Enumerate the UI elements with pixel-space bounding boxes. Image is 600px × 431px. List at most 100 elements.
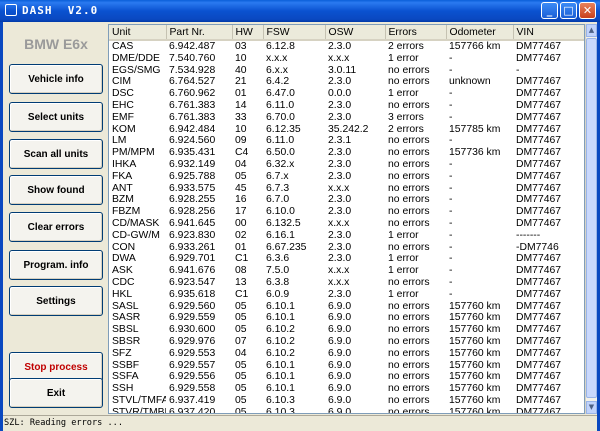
table-row[interactable]: KOM 6.942.484 10 6.12.35 35.242.2 2 errors 157…	[109, 124, 584, 136]
cell-osw: 2.3.0	[328, 147, 352, 159]
clear-errors-button[interactable]: Clear errors	[9, 212, 103, 242]
table-row[interactable]: DWA 6.929.701 C1 6.3.6 2.3.0 1 error - DM77467	[109, 253, 584, 265]
cell-unit: FKA	[112, 170, 133, 182]
close-button[interactable]: ✕	[579, 2, 596, 19]
table-row[interactable]: IHKA 6.932.149 04 6.32.x 2.3.0 no errors - DM77…	[109, 158, 584, 171]
table-row[interactable]: CD-GW/M 6.923.830 02 6.16.1 2.3.0 1 error - ---…	[109, 229, 584, 242]
cell-unit: EMF	[112, 111, 134, 123]
cell-unit: CD-GW/M	[112, 229, 160, 241]
table-row[interactable]: SSBF 6.929.557 05 6.10.1 6.9.0 no errors 15776…	[109, 359, 584, 372]
table-row[interactable]: SSFA 6.929.556 05 6.10.1 6.9.0 no errors 15776…	[109, 371, 584, 383]
cell-odometer: -	[449, 194, 453, 206]
vehicle-info-button[interactable]: Vehicle info	[9, 64, 103, 94]
cell-part-nr: 6.929.557	[169, 359, 216, 371]
cell-hw: 21	[235, 76, 247, 88]
table-row[interactable]: EHC 6.761.383 14 6.11.0 2.3.0 no errors - DM774…	[109, 99, 584, 112]
cell-odometer: -	[449, 265, 453, 277]
cell-hw: 05	[235, 324, 247, 336]
table-row[interactable]: LM 6.924.560 09 6.11.0 2.3.1 no errors - DM7746…	[109, 135, 584, 147]
column-header-osw[interactable]: OSW	[325, 25, 386, 41]
scroll-up-button[interactable]: ▲	[586, 24, 597, 37]
table-row[interactable]: SBSL 6.930.600 05 6.10.2 6.9.0 no errors 15776…	[109, 324, 584, 336]
table-row[interactable]: FKA 6.925.788 05 6.7.x 2.3.0 no errors - DM7746…	[109, 170, 584, 183]
table-row[interactable]: EMF 6.761.383 33 6.70.0 2.3.0 3 errors - DM7746…	[109, 111, 584, 124]
table-row[interactable]: BZM 6.928.255 16 6.7.0 2.3.0 no errors - DM7746…	[109, 194, 584, 206]
table-row[interactable]: CIM 6.764.527 21 6.4.2 2.3.0 no errors unknown…	[109, 76, 584, 88]
column-header-errors[interactable]: Errors	[385, 25, 447, 41]
table-row[interactable]: FBZM 6.928.256 17 6.10.0 2.3.0 no errors - DM77…	[109, 206, 584, 218]
cell-part-nr: 6.932.149	[169, 158, 216, 170]
table-row[interactable]: CAS 6.942.487 03 6.12.8 2.3.0 2 errors 157766 …	[109, 40, 584, 53]
cell-part-nr: 7.534.928	[169, 64, 216, 76]
vertical-scrollbar[interactable]: ▲ ▼	[585, 24, 597, 414]
cell-errors: no errors	[388, 99, 430, 111]
cell-vin: DM77467	[516, 312, 562, 324]
cell-part-nr: 6.923.830	[169, 229, 216, 241]
cell-part-nr: 6.935.618	[169, 288, 216, 300]
program-info-button[interactable]: Program. info	[9, 250, 103, 280]
cell-unit: SBSL	[112, 324, 139, 336]
cell-unit: DWA	[112, 253, 136, 265]
maximize-button[interactable]: □	[560, 2, 577, 19]
title-bar[interactable]: DASH V2.0 _ □ ✕	[0, 0, 600, 22]
cell-errors: no errors	[388, 347, 430, 359]
cell-osw: 2.3.0	[328, 229, 352, 241]
cell-fsw: 6.10.2	[266, 335, 295, 347]
units-table-container[interactable]: Unit Part Nr. HW FSW OSW Errors Odometer…	[108, 24, 585, 414]
scroll-down-button[interactable]: ▼	[586, 401, 597, 414]
cell-hw: 01	[235, 241, 247, 253]
cell-unit: DME/DDE	[112, 52, 160, 64]
minimize-button[interactable]: _	[541, 2, 558, 19]
table-row[interactable]: ASK 6.941.676 08 7.5.0 x.x.x 1 error - DM77467	[109, 265, 584, 277]
cell-fsw: 7.5.0	[266, 265, 290, 277]
table-row[interactable]: EGS/SMG 7.534.928 40 6.x.x 3.0.11 no errors - -	[109, 64, 584, 77]
cell-hw: 00	[235, 217, 247, 229]
table-row[interactable]: SSH 6.929.558 05 6.10.1 6.9.0 no errors 157760…	[109, 383, 584, 395]
cell-odometer: -	[449, 64, 453, 76]
cell-unit: STVL/TMFA	[112, 394, 166, 406]
cell-hw: 14	[235, 99, 247, 111]
cell-odometer: -	[449, 158, 453, 170]
cell-part-nr: 6.760.962	[169, 88, 216, 100]
scan-all-units-button[interactable]: Scan all units	[9, 139, 103, 169]
cell-errors: no errors	[388, 335, 430, 347]
settings-button[interactable]: Settings	[9, 286, 103, 316]
table-row[interactable]: ANT 6.933.575 45 6.7.3 x.x.x no errors - DM7746…	[109, 183, 584, 195]
cell-osw: 6.9.0	[328, 394, 352, 406]
select-units-button[interactable]: Select units	[9, 102, 103, 132]
scrollbar-thumb[interactable]	[586, 38, 597, 398]
cell-part-nr: 6.941.676	[169, 265, 216, 277]
table-row[interactable]: STVR/TMBF 6.937.420 05 6.10.3 6.9.0 no errors…	[109, 407, 584, 413]
table-row[interactable]: CDC 6.923.547 13 6.3.8 x.x.x no errors - DM7746…	[109, 276, 584, 289]
exit-button[interactable]: Exit	[9, 378, 103, 408]
column-header-vin[interactable]: VIN	[513, 25, 584, 41]
column-header-unit[interactable]: Unit	[109, 25, 167, 41]
table-row[interactable]: DSC 6.760.962 01 6.47.0 0.0.0 1 error - DM77467	[109, 88, 584, 100]
window-title: DASH V2.0	[22, 4, 99, 17]
column-header-odometer[interactable]: Odometer	[446, 25, 514, 41]
cell-osw: 2.3.0	[328, 76, 352, 88]
cell-unit: LM	[112, 135, 127, 147]
table-row[interactable]: SBSR 6.929.976 07 6.10.2 6.9.0 no errors 15776…	[109, 335, 584, 348]
table-row[interactable]: CD/MASK 6.941.645 00 6.132.5 x.x.x no errors -…	[109, 217, 584, 230]
table-row[interactable]: CON 6.933.261 01 6.67.235 2.3.0 no errors - -DM…	[109, 241, 584, 254]
cell-fsw: 6.67.235	[266, 241, 307, 253]
table-row[interactable]: STVL/TMFA 6.937.419 05 6.10.3 6.9.0 no errors…	[109, 394, 584, 407]
table-row[interactable]: SASL 6.929.560 05 6.10.1 6.9.0 no errors 15776…	[109, 300, 584, 313]
column-header-part-nr[interactable]: Part Nr.	[166, 25, 233, 41]
show-found-button[interactable]: Show found	[9, 175, 103, 205]
table-row[interactable]: PM/MPM 6.935.431 C4 6.50.0 2.3.0 no errors 157…	[109, 147, 584, 159]
cell-vin: DM77467	[516, 99, 562, 111]
cell-odometer: 157760 km	[449, 300, 501, 312]
table-row[interactable]: HKL 6.935.618 C1 6.0.9 2.3.0 1 error - DM77467	[109, 288, 584, 301]
cell-osw: x.x.x	[328, 52, 350, 64]
table-row[interactable]: SFZ 6.929.553 04 6.10.2 6.9.0 no errors 157760…	[109, 347, 584, 360]
table-row[interactable]: DME/DDE 7.540.760 10 x.x.x x.x.x 1 error - DM77…	[109, 52, 584, 65]
cell-errors: no errors	[388, 276, 430, 288]
cell-hw: 01	[235, 88, 247, 100]
cell-unit: SFZ	[112, 347, 132, 359]
column-header-hw[interactable]: HW	[232, 25, 264, 41]
cell-fsw: 6.3.8	[266, 276, 290, 288]
column-header-fsw[interactable]: FSW	[263, 25, 326, 41]
table-row[interactable]: SASR 6.929.559 05 6.10.1 6.9.0 no errors 15776…	[109, 312, 584, 324]
